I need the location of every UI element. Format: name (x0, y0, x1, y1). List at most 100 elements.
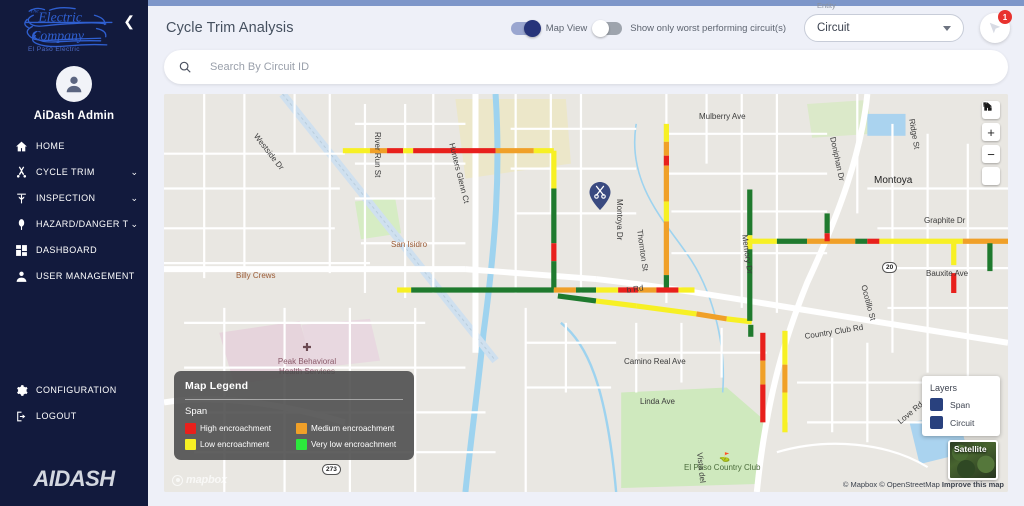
page-title: Cycle Trim Analysis (166, 20, 294, 36)
svg-text:Company: Company (31, 28, 85, 43)
header-controls: Map View Show only worst performing circ… (510, 1, 1012, 43)
golf-course-icon: ⛳ (719, 452, 731, 462)
hazard-tree-icon (14, 217, 29, 232)
map-street-label: Graphite Dr (924, 216, 966, 225)
notification-button[interactable]: 1 (980, 10, 1012, 43)
tree-trim-icon (14, 165, 29, 180)
sidebar-item-configuration[interactable]: CONFIGURATION (0, 380, 148, 400)
logout-icon (14, 409, 29, 424)
sidebar-item-inspection[interactable]: INSPECTION ⌄ (0, 188, 148, 208)
divider (185, 399, 403, 400)
zoom-in-button[interactable]: + (982, 123, 1000, 141)
layer-toggle-span[interactable]: Span (923, 377, 992, 411)
entity-select-value: Circuit (817, 22, 850, 34)
sidebar-item-cycle-trim[interactable]: CYCLE TRIM ⌄ (0, 162, 148, 182)
aidash-logo: AIDASH (33, 466, 115, 491)
chevron-down-icon[interactable]: ⌄ (130, 193, 138, 204)
map-view-toggle[interactable] (510, 19, 541, 37)
basemap-satellite-toggle[interactable]: Satellite (948, 440, 998, 480)
search-bar[interactable] (164, 50, 1008, 84)
layers-title: Layers (930, 383, 958, 393)
sidebar-item-label: INSPECTION (36, 193, 96, 203)
svg-text:The: The (30, 9, 39, 15)
sidebar-item-hazard-danger-tree[interactable]: HAZARD/DANGER T... ⌄ (0, 214, 148, 234)
avatar[interactable] (0, 66, 148, 102)
sidebar-item-user-management[interactable]: USER MANAGEMENT (0, 266, 148, 286)
sidebar-item-label: HOME (36, 141, 65, 151)
basemap-label: Satellite (954, 444, 987, 454)
improve-this-map-link[interactable]: Improve this map (942, 480, 1004, 489)
layer-label: Span (950, 399, 971, 410)
page-header: Cycle Trim Analysis Map View Show only w… (148, 1, 1024, 50)
notification-icon (989, 22, 1001, 34)
legend-item: Medium encroachment (296, 423, 403, 434)
layer-toggle-circuit[interactable]: Circuit (923, 377, 992, 429)
chevron-down-icon[interactable] (943, 25, 951, 31)
brand-header: Electric Company The El Paso Electric ❮ (0, 0, 148, 62)
sidebar-nav: HOME CYCLE TRIM ⌄ INSPECTION ⌄ HAZARD/DA… (0, 136, 148, 286)
sidebar-item-home[interactable]: HOME (0, 136, 148, 156)
gear-icon (14, 383, 29, 398)
mapbox-logo[interactable]: mapbox (172, 474, 227, 486)
user-avatar-icon (66, 76, 82, 93)
dashboard-icon (14, 243, 29, 258)
checkbox-checked-icon[interactable] (923, 377, 943, 429)
tree-trim-pin-icon[interactable] (589, 182, 611, 210)
entity-select-legend: Entity (817, 1, 836, 10)
map-street-label: Billy Crews (236, 271, 276, 280)
map-street-label: Linda Ave (640, 397, 675, 406)
map-street-label: Montoya Dr (615, 199, 624, 241)
map-attribution: © Mapbox © OpenStreetMap Improve this ma… (843, 480, 1004, 489)
sidebar-item-dashboard[interactable]: DASHBOARD (0, 240, 148, 260)
attribution-copyright: © Mapbox © OpenStreetMap (842, 480, 940, 489)
layer-label: Circuit (950, 417, 975, 428)
zoom-out-button[interactable]: − (982, 145, 1000, 163)
legend-label: High encroachment (200, 424, 271, 433)
legend-label: Very low encroachment (311, 440, 397, 449)
home-button[interactable] (982, 102, 1000, 185)
sidebar-nav-bottom: CONFIGURATION LOGOUT (0, 380, 148, 432)
inspection-icon (14, 191, 29, 206)
map-container[interactable]: Westside Dr River Run St Hunters Glenn Ct M… (164, 94, 1008, 492)
sidebar-item-label: USER MANAGEMENT (36, 271, 135, 281)
map-legend-section: Span (185, 406, 208, 417)
entity-select[interactable]: Entity Circuit (804, 1, 964, 42)
legend-item: High encroachment (185, 423, 292, 434)
chevron-down-icon[interactable]: ⌄ (130, 167, 138, 178)
map-street-label: Camino Real Ave (624, 357, 686, 366)
map-legend-title: Map Legend (185, 380, 249, 392)
mapbox-mark-icon (172, 474, 183, 486)
home-icon (982, 102, 993, 111)
route-shield: 273 (322, 464, 341, 475)
legend-swatch-high (185, 423, 196, 434)
map-canvas[interactable]: Westside Dr River Run St Hunters Glenn Ct M… (164, 94, 1008, 492)
map-street-label: Mulberry Ave (699, 112, 746, 121)
layers-panel: Layers Span Circuit (922, 376, 1000, 436)
map-street-label: River Run St (373, 132, 382, 178)
map-legend: Map Legend Span High encroachment Medium… (174, 371, 414, 460)
chevron-down-icon[interactable]: ⌄ (130, 219, 138, 230)
sidebar-collapse-button[interactable]: ❮ (123, 14, 135, 28)
search-input[interactable] (210, 61, 994, 73)
legend-label: Medium encroachment (311, 424, 395, 433)
mapbox-wordmark: mapbox (186, 474, 227, 486)
user-name: AiDash Admin (33, 110, 115, 122)
sidebar-item-logout[interactable]: LOGOUT (0, 406, 148, 426)
user-icon (14, 269, 29, 284)
legend-swatch-low (185, 439, 196, 450)
map-controls: + − (982, 101, 1000, 185)
route-shield: 20 (882, 262, 898, 273)
legend-swatch-medium (296, 423, 307, 434)
sidebar-item-label: DASHBOARD (36, 245, 98, 255)
map-legend-items: High encroachment Medium encroachment Lo… (185, 423, 403, 450)
search-icon (179, 61, 191, 73)
checkbox-checked-icon[interactable] (923, 377, 943, 411)
worst-performing-toggle[interactable] (592, 19, 623, 37)
notification-badge: 1 (998, 10, 1012, 24)
sidebar-item-label: CYCLE TRIM (36, 167, 95, 177)
brand-subtitle: El Paso Electric (28, 46, 80, 53)
main-content: Cycle Trim Analysis Map View Show only w… (148, 0, 1024, 506)
legend-label: Low encroachment (200, 440, 270, 449)
home-icon (14, 139, 29, 154)
sidebar-item-label: CONFIGURATION (36, 385, 117, 395)
